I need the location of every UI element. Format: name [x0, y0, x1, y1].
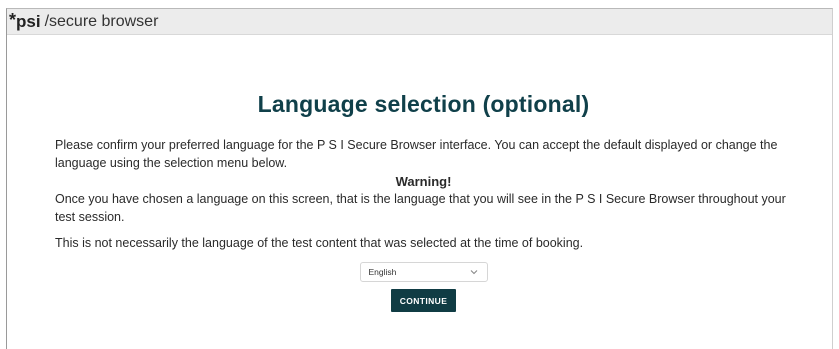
language-select[interactable]: English	[359, 262, 488, 282]
language-controls: English CONTINUE	[55, 262, 792, 312]
app-title: /secure browser	[44, 12, 159, 30]
brand-star: *	[9, 9, 17, 30]
brand-logo: psi	[16, 11, 41, 31]
language-select-value: English	[368, 267, 397, 277]
warning-text: Once you have chosen a language on this …	[55, 192, 786, 224]
warning-label: Warning!	[395, 174, 452, 189]
title-bar: * psi /secure browser	[7, 9, 832, 35]
chevron-down-icon	[470, 268, 479, 277]
note-text: This is not necessarily the language of …	[55, 236, 584, 250]
browser-window: * psi /secure browser Language selection…	[6, 8, 833, 349]
continue-button[interactable]: CONTINUE	[390, 289, 457, 312]
main-content: Language selection (optional) Please con…	[7, 91, 832, 312]
intro-text: Please confirm your preferred language f…	[55, 138, 778, 170]
page-title: Language selection (optional)	[257, 91, 590, 117]
